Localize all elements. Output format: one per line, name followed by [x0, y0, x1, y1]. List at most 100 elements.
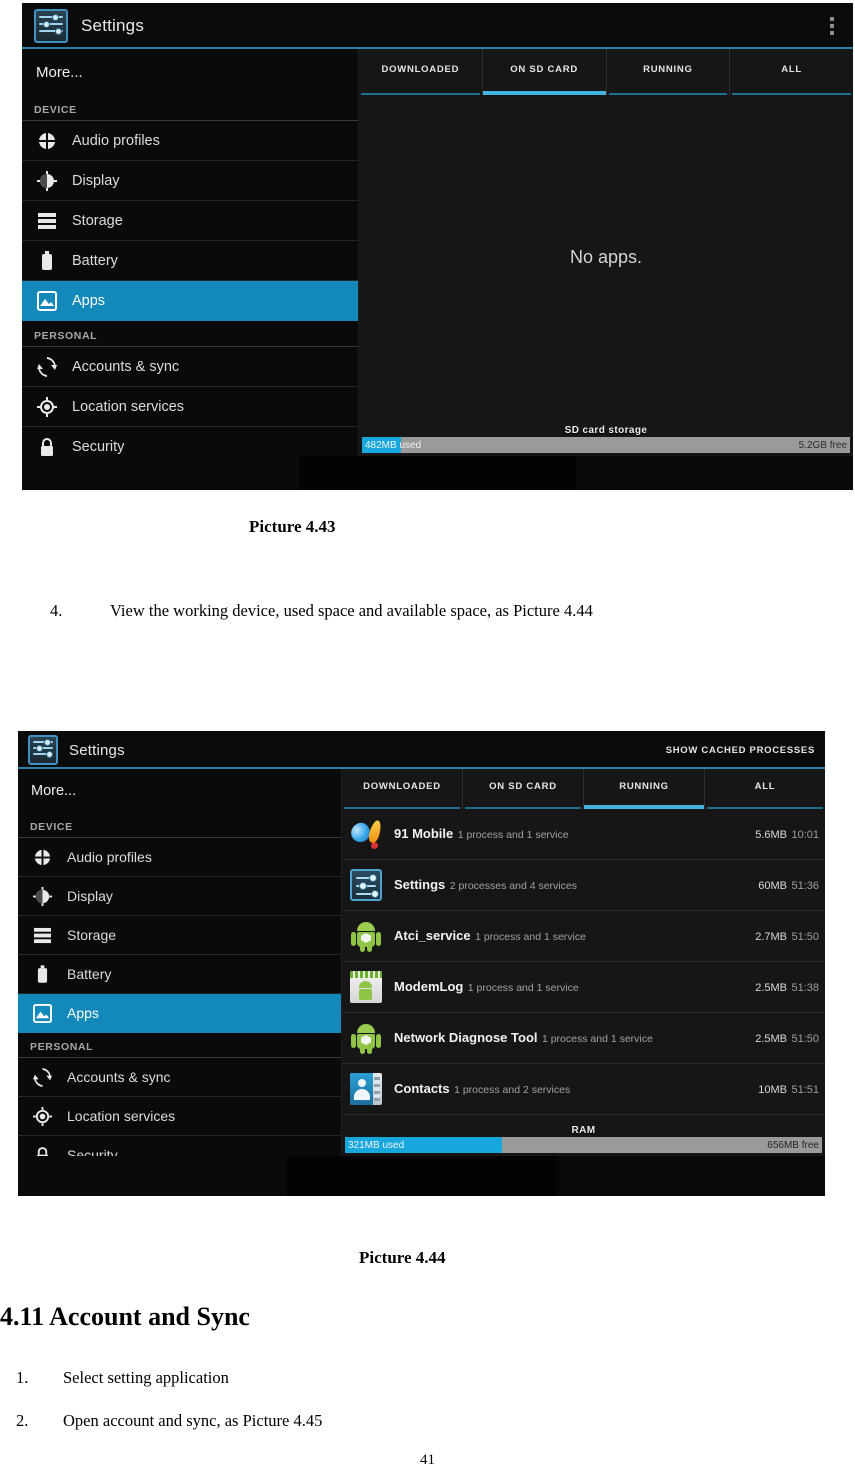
app-uptime: 51:38 — [791, 982, 819, 994]
sidebar-item-display[interactable]: Display — [22, 161, 358, 201]
step-2-text: Open account and sync, as Picture 4.45 — [63, 1411, 323, 1430]
sidebar-section-label: DEVICE — [30, 821, 73, 833]
settings-sidebar: More... DEVICE Audio profiles Display St… — [18, 769, 342, 1156]
sidebar-item-location-services[interactable]: Location services — [22, 387, 358, 427]
tab-running[interactable]: RUNNING — [607, 49, 731, 95]
action-bar: Settings SHOW CACHED PROCESSES — [18, 731, 825, 769]
app-memory-size: 2.5MB — [755, 982, 788, 994]
apps-tabs: DOWNLOADED ON SD CARD RUNNING ALL — [359, 49, 853, 95]
sidebar-item-audio-profiles[interactable]: Audio profiles — [22, 121, 358, 161]
nav-recents-area[interactable] — [556, 1156, 825, 1196]
tab-downloaded[interactable]: DOWNLOADED — [359, 49, 483, 95]
table-row[interactable]: Network Diagnose Tool 1 process and 1 se… — [342, 1013, 825, 1064]
app-uptime: 51:50 — [791, 1033, 819, 1045]
sd-card-storage-meter: SD card storage 482MB used 5.2GB free — [359, 425, 853, 456]
overflow-menu-icon[interactable] — [821, 17, 843, 35]
sidebar-item-more[interactable]: More... — [18, 769, 341, 813]
tab-label: DOWNLOADED — [381, 63, 460, 75]
sidebar-section-device: DEVICE — [22, 95, 358, 121]
display-icon — [31, 885, 53, 907]
sidebar-item-security[interactable]: Security — [22, 427, 358, 456]
sidebar-item-label: Audio profiles — [72, 132, 160, 149]
sidebar-item-more[interactable]: More... — [22, 49, 358, 95]
figure-caption-444: Picture 4.44 — [359, 1248, 446, 1267]
sidebar-section-label: DEVICE — [34, 104, 77, 116]
settings-sidebar: More... DEVICE Audio profiles Display St… — [22, 49, 359, 456]
nav-back-area[interactable] — [22, 456, 299, 490]
sidebar-item-display[interactable]: Display — [18, 877, 341, 916]
tab-all[interactable]: ALL — [705, 769, 825, 809]
system-navigation-bar — [22, 456, 853, 490]
sidebar-item-accounts-sync[interactable]: Accounts & sync — [22, 347, 358, 387]
show-cached-processes-button[interactable]: SHOW CACHED PROCESSES — [666, 745, 815, 756]
apps-pane: DOWNLOADED ON SD CARD RUNNING ALL 91 Mob… — [342, 769, 825, 1156]
tab-label: DOWNLOADED — [363, 780, 441, 792]
storage-icon — [36, 210, 58, 232]
meter-title: RAM — [571, 1125, 596, 1136]
apps-tabs: DOWNLOADED ON SD CARD RUNNING ALL — [342, 769, 825, 809]
app-uptime: 51:51 — [791, 1084, 819, 1096]
app-settings-icon — [350, 869, 382, 901]
tab-label: ALL — [781, 63, 802, 75]
sidebar-item-apps[interactable]: Apps — [18, 994, 341, 1033]
tab-all[interactable]: ALL — [730, 49, 853, 95]
app-row-text: Atci_service 1 process and 1 service — [394, 927, 747, 945]
sidebar-item-security[interactable]: Security — [18, 1136, 341, 1156]
nav-home-area[interactable] — [287, 1156, 556, 1196]
sidebar-section-personal: PERSONAL — [18, 1033, 341, 1058]
app-memory-size: 2.7MB — [755, 931, 788, 943]
sidebar-item-apps[interactable]: Apps — [22, 281, 358, 321]
sidebar-item-battery[interactable]: Battery — [22, 241, 358, 281]
sidebar-item-storage[interactable]: Storage — [18, 916, 341, 955]
app-name: Atci_service — [394, 928, 471, 943]
tab-label: ALL — [754, 780, 776, 792]
app-title: Settings — [81, 16, 145, 35]
sidebar-item-label: Accounts & sync — [72, 358, 180, 375]
table-row[interactable]: 91 Mobile 1 process and 1 service 5.6MB … — [342, 809, 825, 860]
table-row[interactable]: Atci_service 1 process and 1 service 2.7… — [342, 911, 825, 962]
app-process-detail: 1 process and 2 services — [454, 1084, 571, 1096]
app-row-text: ModemLog 1 process and 1 service — [394, 978, 747, 996]
section-heading-411: 4.11 Account and Sync — [0, 1302, 250, 1331]
sidebar-item-audio-profiles[interactable]: Audio profiles — [18, 838, 341, 877]
app-row-text: Network Diagnose Tool 1 process and 1 se… — [394, 1029, 747, 1047]
table-row[interactable]: Settings 2 processes and 4 services 60MB… — [342, 860, 825, 911]
app-title: Settings — [69, 741, 125, 759]
app-name: Settings — [394, 877, 446, 892]
storage-used-label: 482MB used — [365, 439, 422, 451]
sidebar-item-label: More... — [31, 783, 77, 799]
nav-home-area[interactable] — [299, 456, 576, 490]
app-memory-size: 2.5MB — [755, 1033, 788, 1045]
sidebar-item-label: Security — [67, 1147, 118, 1156]
app-row-meta: 10MB 51:51 — [750, 1080, 819, 1098]
figure-caption-443: Picture 4.43 — [249, 517, 336, 536]
sidebar-item-label: Audio profiles — [67, 849, 152, 865]
audio-profiles-icon — [31, 846, 53, 868]
nav-back-area[interactable] — [18, 1156, 287, 1196]
tab-running[interactable]: RUNNING — [584, 769, 705, 809]
tab-on-sd-card[interactable]: ON SD CARD — [463, 769, 584, 809]
sidebar-section-label: PERSONAL — [30, 1041, 94, 1053]
nav-recents-area[interactable] — [576, 456, 853, 490]
sidebar-item-accounts-sync[interactable]: Accounts & sync — [18, 1058, 341, 1097]
battery-icon — [36, 250, 58, 272]
sidebar-section-label: PERSONAL — [34, 330, 98, 342]
content-split: More... DEVICE Audio profiles Display St… — [18, 769, 825, 1156]
tab-on-sd-card[interactable]: ON SD CARD — [482, 49, 607, 95]
app-name: Network Diagnose Tool — [394, 1030, 538, 1045]
tab-downloaded[interactable]: DOWNLOADED — [342, 769, 463, 809]
lock-icon — [31, 1144, 53, 1156]
app-name: Contacts — [394, 1081, 450, 1096]
sidebar-item-storage[interactable]: Storage — [22, 201, 358, 241]
sidebar-item-location-services[interactable]: Location services — [18, 1097, 341, 1136]
sidebar-item-battery[interactable]: Battery — [18, 955, 341, 994]
battery-icon — [31, 963, 53, 985]
app-row-text: 91 Mobile 1 process and 1 service — [394, 825, 747, 843]
location-icon — [31, 1105, 53, 1127]
app-row-meta: 60MB 51:36 — [750, 876, 819, 894]
app-process-detail: 2 processes and 4 services — [449, 880, 577, 892]
tab-label: ON SD CARD — [510, 63, 578, 75]
table-row[interactable]: ModemLog 1 process and 1 service 2.5MB 5… — [342, 962, 825, 1013]
app-row-meta: 2.5MB 51:50 — [747, 1029, 819, 1047]
table-row[interactable]: Contacts 1 process and 2 services 10MB 5… — [342, 1064, 825, 1115]
